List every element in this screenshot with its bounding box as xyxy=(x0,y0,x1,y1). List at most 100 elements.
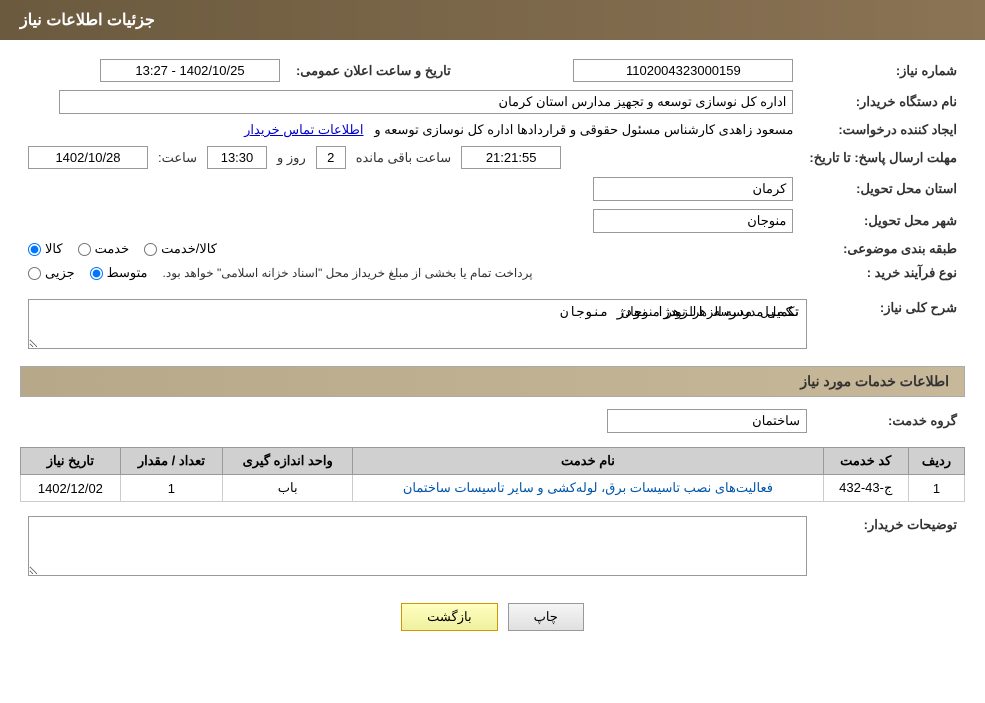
description-row: شرح کلی نیاز: تکمیل مدرسه الزهرا نودژ من… xyxy=(20,295,965,356)
buyer-notes-table: توضیحات خریدار: xyxy=(20,512,965,583)
cell-quantity: 1 xyxy=(120,475,222,502)
col-service-code: کد خدمت xyxy=(823,448,908,475)
province-box: کرمان xyxy=(593,177,793,201)
buyer-org-label: نام دستگاه خریدار: xyxy=(801,86,965,118)
service-group-value: ساختمان xyxy=(20,405,815,437)
page-wrapper: جزئیات اطلاعات نیاز شماره نیاز: 11020043… xyxy=(0,0,985,703)
reply-time-box: 13:30 xyxy=(207,146,267,169)
col-quantity: تعداد / مقدار xyxy=(120,448,222,475)
cell-service-code: ج-43-432 xyxy=(823,475,908,502)
category-radio-group: کالا/خدمت خدمت کالا xyxy=(28,241,793,257)
tender-number-box: 1102004323000159 xyxy=(573,59,793,82)
print-button[interactable]: چاپ xyxy=(508,603,584,631)
buyer-notes-value xyxy=(20,512,815,583)
services-table-header-row: ردیف کد خدمت نام خدمت واحد اندازه گیری ت… xyxy=(21,448,965,475)
description-value: تکمیل مدرسه الزهرا نودژ منوجان xyxy=(20,295,815,356)
purchase-type-row: نوع فرآیند خرید : پرداخت تمام یا بخشی از… xyxy=(20,261,965,285)
service-group-box: ساختمان xyxy=(607,409,807,433)
cell-unit: باب xyxy=(223,475,353,502)
partial-label: جزیی xyxy=(45,265,75,281)
reply-deadline-value: 21:21:55 ساعت باقی مانده 2 روز و 13:30 س… xyxy=(20,142,801,173)
reply-remaining-time-box: 21:21:55 xyxy=(461,146,561,169)
reply-date-box: 1402/10/28 xyxy=(28,146,148,169)
description-textarea[interactable] xyxy=(28,299,807,349)
city-label: شهر محل تحویل: xyxy=(801,205,965,237)
services-table-body: 1 ج-43-432 فعالیت‌های نصب تاسیسات برق، ل… xyxy=(21,475,965,502)
city-row: شهر محل تحویل: منوجان xyxy=(20,205,965,237)
purchase-type-note: پرداخت تمام یا بخشی از مبلغ خریداز محل "… xyxy=(163,266,533,280)
purchase-type-partial[interactable]: جزیی xyxy=(28,265,75,281)
reply-deadline-label: مهلت ارسال پاسخ: تا تاریخ: xyxy=(801,142,965,173)
kala-label: کالا xyxy=(45,241,63,257)
description-table: شرح کلی نیاز: تکمیل مدرسه الزهرا نودژ من… xyxy=(20,295,965,356)
province-value: کرمان xyxy=(20,173,801,205)
province-row: استان محل تحویل: کرمان xyxy=(20,173,965,205)
buyer-org-box: اداره کل نوسازی توسعه و تجهیز مدارس استا… xyxy=(59,90,794,114)
buyer-notes-textarea[interactable] xyxy=(28,516,807,576)
purchase-type-radio-partial[interactable] xyxy=(28,267,41,280)
reply-days-box: 2 xyxy=(316,146,346,169)
tender-number-label: شماره نیاز: xyxy=(801,55,965,86)
cell-date: 1402/12/02 xyxy=(21,475,121,502)
days-label: روز و xyxy=(277,150,306,166)
main-content: شماره نیاز: 1102004323000159 تاریخ و ساع… xyxy=(0,40,985,661)
info-table: شماره نیاز: 1102004323000159 تاریخ و ساع… xyxy=(20,55,965,285)
col-service-name: نام خدمت xyxy=(353,448,823,475)
service-group-table: گروه خدمت: ساختمان xyxy=(20,405,965,437)
category-value: کالا/خدمت خدمت کالا xyxy=(20,237,801,261)
publish-date-value: 1402/10/25 - 13:27 xyxy=(20,55,288,86)
purchase-type-radio-medium[interactable] xyxy=(90,267,103,280)
buyer-notes-row: توضیحات خریدار: xyxy=(20,512,965,583)
col-date: تاریخ نیاز xyxy=(21,448,121,475)
category-kala[interactable]: کالا xyxy=(28,241,63,257)
description-container: تکمیل مدرسه الزهرا نودژ منوجان xyxy=(28,299,807,352)
buyer-org-row: نام دستگاه خریدار: اداره کل نوسازی توسعه… xyxy=(20,86,965,118)
col-unit: واحد اندازه گیری xyxy=(223,448,353,475)
cell-service-name: فعالیت‌های نصب تاسیسات برق، لوله‌کشی و س… xyxy=(353,475,823,502)
medium-label: متوسط xyxy=(107,265,148,281)
time-label: ساعت: xyxy=(158,150,197,166)
services-section-header: اطلاعات خدمات مورد نیاز xyxy=(20,366,965,397)
tender-number-row: شماره نیاز: 1102004323000159 تاریخ و ساع… xyxy=(20,55,965,86)
col-row-num: ردیف xyxy=(908,448,964,475)
category-khidmat[interactable]: خدمت xyxy=(78,241,130,257)
reply-deadline-row: مهلت ارسال پاسخ: تا تاریخ: 21:21:55 ساعت… xyxy=(20,142,965,173)
services-table: ردیف کد خدمت نام خدمت واحد اندازه گیری ت… xyxy=(20,447,965,502)
purchase-type-label: نوع فرآیند خرید : xyxy=(801,261,965,285)
province-label: استان محل تحویل: xyxy=(801,173,965,205)
creator-row: ایجاد کننده درخواست: مسعود زاهدی کارشناس… xyxy=(20,118,965,142)
category-radio-kala-khidmat[interactable] xyxy=(144,243,157,256)
contact-info-link[interactable]: اطلاعات تماس خریدار xyxy=(244,122,363,137)
kala-khidmat-label: کالا/خدمت xyxy=(161,241,217,257)
city-box: منوجان xyxy=(593,209,793,233)
service-group-row: گروه خدمت: ساختمان xyxy=(20,405,965,437)
category-radio-khidmat[interactable] xyxy=(78,243,91,256)
publish-date-box: 1402/10/25 - 13:27 xyxy=(100,59,280,82)
page-title: جزئیات اطلاعات نیاز xyxy=(20,12,155,29)
category-radio-kala[interactable] xyxy=(28,243,41,256)
category-label: طبقه بندی موضوعی: xyxy=(801,237,965,261)
back-button[interactable]: بازگشت xyxy=(401,603,497,631)
city-value: منوجان xyxy=(20,205,801,237)
purchase-type-value: پرداخت تمام یا بخشی از مبلغ خریداز محل "… xyxy=(20,261,801,285)
cell-row-num: 1 xyxy=(908,475,964,502)
buttons-row: چاپ بازگشت xyxy=(20,603,965,631)
services-table-head: ردیف کد خدمت نام خدمت واحد اندازه گیری ت… xyxy=(21,448,965,475)
remaining-label: ساعت باقی مانده xyxy=(356,150,451,166)
creator-text: مسعود زاهدی کارشناس مسئول حقوقی و قراردا… xyxy=(374,122,793,137)
category-kala-khidmat[interactable]: کالا/خدمت xyxy=(144,241,217,257)
page-header: جزئیات اطلاعات نیاز xyxy=(0,0,985,40)
category-row: طبقه بندی موضوعی: کالا/خدمت خدمت کالا xyxy=(20,237,965,261)
description-label: شرح کلی نیاز: xyxy=(815,295,965,356)
buyer-org-value: اداره کل نوسازی توسعه و تجهیز مدارس استا… xyxy=(20,86,801,118)
creator-value: مسعود زاهدی کارشناس مسئول حقوقی و قراردا… xyxy=(20,118,801,142)
buyer-notes-label: توضیحات خریدار: xyxy=(815,512,965,583)
reply-deadline-datetime: 21:21:55 ساعت باقی مانده 2 روز و 13:30 س… xyxy=(28,146,793,169)
publish-date-label: تاریخ و ساعت اعلان عمومی: xyxy=(288,55,459,86)
purchase-type-medium[interactable]: متوسط xyxy=(90,265,148,281)
service-group-label: گروه خدمت: xyxy=(815,405,965,437)
purchase-type-group: پرداخت تمام یا بخشی از مبلغ خریداز محل "… xyxy=(28,265,793,281)
tender-number-value: 1102004323000159 xyxy=(479,55,802,86)
creator-label: ایجاد کننده درخواست: xyxy=(801,118,965,142)
table-row: 1 ج-43-432 فعالیت‌های نصب تاسیسات برق، ل… xyxy=(21,475,965,502)
